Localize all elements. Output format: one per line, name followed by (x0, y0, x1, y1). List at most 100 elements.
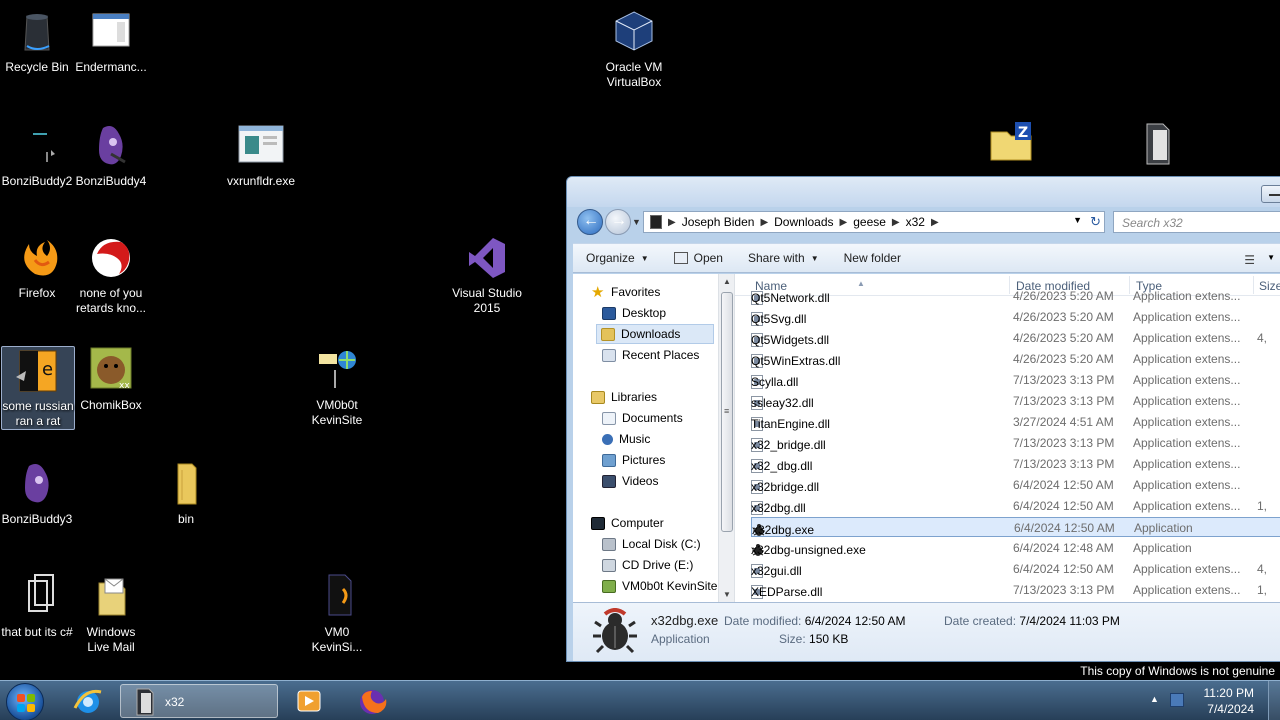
desktop-icon-chomikbox[interactable]: xx ChomikBox (74, 346, 148, 413)
chevron-right-icon[interactable]: ▶ (840, 217, 848, 228)
desktop-icon-vxrunfldr[interactable]: vxrunfldr.exe (224, 122, 298, 189)
nav-label: CD Drive (E:) (622, 558, 694, 572)
new-folder-button[interactable]: New folder (831, 251, 913, 265)
start-button[interactable] (6, 683, 44, 720)
search-input[interactable]: Search x32 (1113, 211, 1280, 233)
view-options-icon[interactable]: ☰ (1244, 253, 1255, 267)
chevron-right-icon[interactable]: ▶ (931, 217, 939, 228)
nav-libraries[interactable]: Libraries (587, 387, 727, 407)
breadcrumb-joseph-biden[interactable]: Joseph Biden (682, 215, 755, 229)
breadcrumb-downloads[interactable]: Downloads (774, 215, 833, 229)
table-row[interactable]: Qt5Widgets.dll 4/26/2023 5:20 AM Applicati… (751, 328, 1280, 348)
desktop-icon-label: vxrunfldr.exe (226, 174, 296, 188)
nav-music[interactable]: Music (598, 429, 738, 449)
desktop-icon-visual-studio[interactable]: Visual Studio 2015 (450, 234, 524, 316)
share-with-button[interactable]: Share with ▼ (735, 251, 831, 265)
desktop-icon-recycle-bin[interactable]: Recycle Bin (0, 8, 74, 75)
desktop-icon-bonzibuddy4[interactable]: BonziBuddy4 (74, 122, 148, 189)
desktop-icon-dark-folder[interactable] (1120, 120, 1194, 172)
desktop-icon-firefox[interactable]: Firefox (0, 234, 74, 301)
desktop-icon-vm0b0t-kevinsite[interactable]: VM0b0t KevinSite (300, 346, 374, 428)
desktop-icon-that-but-its-csharp[interactable]: that but its c# (0, 573, 74, 640)
back-button[interactable] (577, 209, 603, 235)
table-row[interactable]: x32dbg-unsigned.exe 6/4/2024 12:48 AM Appl… (751, 538, 1280, 558)
file-date: 6/4/2024 12:50 AM (1013, 499, 1114, 513)
nav-cd-drive[interactable]: CD Drive (E:) (598, 555, 738, 575)
nav-recent-places[interactable]: Recent Places (598, 345, 738, 365)
forward-button[interactable] (605, 209, 631, 235)
details-pane: x32dbg.exe Application Date modified: 6/… (573, 602, 1280, 661)
table-row[interactable]: XEDParse.dll 7/13/2023 3:13 PM Application… (751, 580, 1280, 600)
nav-desktop[interactable]: Desktop (598, 303, 738, 323)
table-row[interactable]: Scylla.dll 7/13/2023 3:13 PM Application e… (751, 370, 1280, 390)
desktop-icon-label: Endermanc... (75, 60, 147, 74)
open-button[interactable]: Open (661, 251, 735, 265)
minimize-button[interactable] (1261, 185, 1280, 203)
nav-local-disk[interactable]: Local Disk (C:) (598, 534, 738, 554)
chevron-right-icon[interactable]: ▶ (892, 217, 900, 228)
file-list: ▲ Name Date modified Type Size Qt5Networ… (735, 274, 1280, 602)
documents-icon (602, 411, 616, 425)
breadcrumb-x32[interactable]: x32 (906, 215, 925, 229)
organize-button[interactable]: Organize ▼ (573, 251, 661, 265)
desktop-icon-some-russian[interactable]: e some russian ran a rat (1, 346, 75, 430)
file-type: Application extens... (1133, 415, 1241, 429)
desktop-icon-vm0-kevinsite[interactable]: VM0 KevinSi... (300, 573, 374, 655)
table-row[interactable]: x32dbg.exe 6/4/2024 12:50 AM Application (751, 517, 1280, 537)
show-hidden-icons-icon[interactable]: ▲ (1150, 694, 1159, 704)
location-folder-icon (650, 215, 662, 229)
desktop-icon-bonzibuddy2[interactable]: BonziBuddy2 (0, 122, 74, 189)
table-row[interactable]: Qt5WinExtras.dll 4/26/2023 5:20 AM Applica… (751, 349, 1280, 369)
chevron-right-icon[interactable]: ▶ (760, 217, 768, 228)
chevron-right-icon[interactable]: ▶ (668, 217, 676, 228)
table-row[interactable]: TitanEngine.dll 3/27/2024 4:51 AM Applicat… (751, 412, 1280, 432)
refresh-icon[interactable]: ↻ (1090, 214, 1101, 230)
taskbar-explorer-x32[interactable]: x32 (120, 684, 278, 718)
scroll-down-icon[interactable]: ▼ (723, 590, 731, 599)
desktop-icon-endermanch[interactable]: Endermanc... (74, 8, 148, 75)
nav-pictures[interactable]: Pictures (598, 450, 738, 470)
scroll-grip-icon: ≡ (724, 406, 730, 416)
table-row[interactable]: ssleay32.dll 7/13/2023 3:13 PM Application… (751, 391, 1280, 411)
nav-favorites[interactable]: ★ Favorites (587, 282, 727, 302)
table-row[interactable]: x32_dbg.dll 7/13/2023 3:13 PM Application … (751, 454, 1280, 474)
breadcrumb-geese[interactable]: geese (853, 215, 886, 229)
taskbar-media-player[interactable] (284, 684, 334, 718)
desktop-icon-bin[interactable]: bin (149, 460, 223, 527)
show-desktop-button[interactable] (1268, 681, 1280, 720)
window-titlebar[interactable] (567, 177, 1280, 207)
desktop-icon-none-of-you[interactable]: none of you retards kno... (74, 234, 148, 316)
nav-label: Favorites (611, 285, 661, 299)
nav-documents[interactable]: Documents (598, 408, 738, 428)
desktop-icon-bonzibuddy3[interactable]: BonziBuddy3 (0, 460, 74, 527)
nav-scrollbar[interactable]: ▲ ≡ ▼ (718, 274, 735, 602)
table-row[interactable]: Qt5Svg.dll 4/26/2023 5:20 AM Application e… (751, 307, 1280, 327)
scroll-up-icon[interactable]: ▲ (723, 277, 731, 286)
clock-time[interactable]: 11:20 PM (1204, 686, 1254, 700)
taskbar-window-label: x32 (165, 695, 185, 709)
recent-pages-dropdown-icon[interactable]: ▼ (632, 217, 641, 227)
taskbar-internet-explorer[interactable] (62, 684, 114, 718)
nav-videos[interactable]: Videos (598, 471, 738, 491)
table-row[interactable]: Qt5Network.dll 4/26/2023 5:20 AM Applicati… (751, 286, 1280, 306)
table-row[interactable]: x32bridge.dll 6/4/2024 12:50 AM Applicatio… (751, 475, 1280, 495)
desktop-icon-zip-folder[interactable]: Z (974, 120, 1048, 172)
chevron-down-icon[interactable]: ▼ (1267, 253, 1275, 262)
nav-label: Videos (622, 474, 659, 488)
breadcrumb[interactable]: ▶ Joseph Biden ▶ Downloads ▶ geese ▶ x32… (643, 211, 1105, 233)
table-row[interactable]: x32_bridge.dll 7/13/2023 3:13 PM Applicati… (751, 433, 1280, 453)
action-center-icon[interactable] (1170, 693, 1184, 707)
file-type: Application (1133, 541, 1192, 555)
nav-computer[interactable]: Computer (587, 513, 727, 533)
table-row[interactable]: x32gui.dll 6/4/2024 12:50 AM Application e… (751, 559, 1280, 579)
clock-date[interactable]: 7/4/2024 (1207, 702, 1254, 716)
file-date: 4/26/2023 5:20 AM (1013, 352, 1114, 366)
desktop-icon-windows-live-mail[interactable]: Windows Live Mail (74, 573, 148, 655)
address-dropdown-icon[interactable]: ▼ (1073, 215, 1082, 225)
file-type: Application extens... (1133, 562, 1241, 576)
nav-downloads[interactable]: Downloads (596, 324, 714, 344)
taskbar-firefox[interactable] (346, 684, 398, 718)
desktop-icon-virtualbox[interactable]: Oracle VM VirtualBox (597, 8, 671, 90)
nav-network-drive[interactable]: VM0b0t KevinSite (598, 576, 718, 596)
table-row[interactable]: x32dbg.dll 6/4/2024 12:50 AM Application e… (751, 496, 1280, 516)
